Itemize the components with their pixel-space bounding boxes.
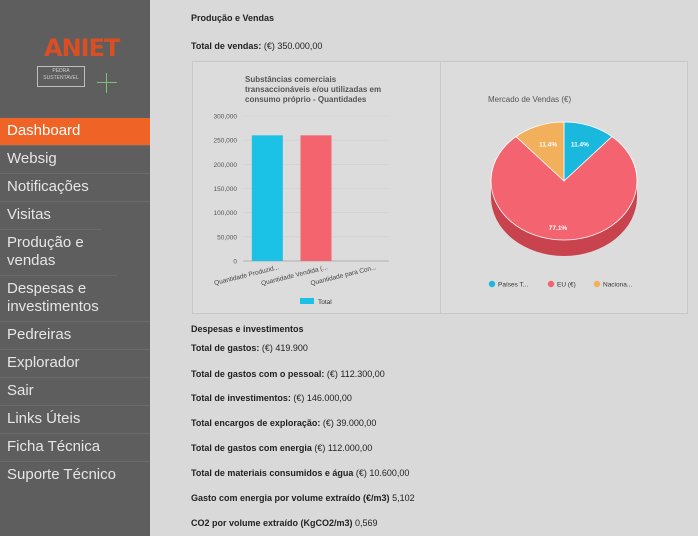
legend-label: Total bbox=[318, 299, 332, 306]
pie-data-label: 11.4% bbox=[571, 142, 589, 149]
nav-item-suporte-tecnico[interactable]: Suporte Técnico bbox=[0, 461, 150, 489]
expense-label: CO2 por volume extraído (KgCO2/m3) bbox=[191, 518, 353, 528]
brand-sub-line-2: SUSTENTAVEL bbox=[43, 75, 79, 81]
expense-value: (€) 39.000,00 bbox=[320, 418, 377, 428]
sidebar: ANIET PEDRA SUSTENTAVEL Dashboard Websig… bbox=[0, 0, 150, 536]
expense-value: 5,102 bbox=[389, 493, 415, 503]
expense-value: (€) 146.000,00 bbox=[290, 393, 352, 403]
expense-label: Total de gastos: bbox=[191, 343, 260, 353]
bar bbox=[300, 135, 332, 261]
expense-row: Total encargos de exploração: (€) 39.000… bbox=[191, 418, 376, 428]
total-sales-label: Total de vendas: bbox=[191, 41, 262, 51]
legend-dot bbox=[593, 280, 601, 288]
legend-dot bbox=[488, 280, 496, 288]
nav-item-sair[interactable]: Sair bbox=[0, 377, 150, 405]
sidebar-nav: Dashboard Websig Notificações Visitas Pr… bbox=[0, 118, 150, 489]
expense-label: Total de materiais consumidos e água bbox=[191, 468, 354, 478]
nav-item-despesas-investimentos[interactable]: Despesas e investimentos bbox=[0, 275, 117, 321]
y-tick-label: 100,000 bbox=[214, 210, 238, 217]
y-tick-label: 300,000 bbox=[214, 114, 238, 121]
section-title-production: Produção e Vendas bbox=[191, 13, 275, 23]
bar bbox=[251, 135, 283, 261]
nav-item-notificacoes[interactable]: Notificações bbox=[0, 173, 150, 201]
nav-item-visitas[interactable]: Visitas bbox=[0, 201, 150, 229]
y-tick-label: 250,000 bbox=[214, 138, 238, 145]
expense-label: Total de investimentos: bbox=[191, 393, 291, 403]
nav-item-explorador[interactable]: Explorador bbox=[0, 349, 150, 377]
legend-dot bbox=[547, 280, 555, 288]
expense-value: (€) 112.300,00 bbox=[324, 369, 385, 379]
legend-label: Naciona... bbox=[603, 282, 632, 289]
nav-item-websig[interactable]: Websig bbox=[0, 145, 150, 173]
legend-label: EU (€) bbox=[557, 282, 576, 289]
section-title-expenses: Despesas e investimentos bbox=[191, 324, 304, 334]
y-tick-label: 50,000 bbox=[217, 234, 237, 241]
pie-chart: 11.4% 77.1% 11.4% Países T... EU (€) Naciona.… bbox=[488, 121, 638, 289]
brand-subtitle: PEDRA SUSTENTAVEL bbox=[37, 66, 85, 87]
y-tick-label: 150,000 bbox=[214, 186, 238, 193]
nav-item-pedreiras[interactable]: Pedreiras bbox=[0, 321, 150, 349]
legend-label: Países T... bbox=[498, 282, 528, 289]
nav-item-links-uteis[interactable]: Links Úteis bbox=[0, 405, 150, 433]
logo[interactable]: ANIET PEDRA SUSTENTAVEL bbox=[0, 0, 150, 110]
brand-name: ANIET bbox=[44, 34, 120, 62]
expense-value: (€) 10.600,00 bbox=[353, 468, 410, 478]
expense-row: Gasto com energia por volume extraído (€… bbox=[191, 493, 415, 503]
legend-swatch bbox=[300, 298, 314, 304]
total-sales: Total de vendas: (€) 350.000,00 bbox=[191, 41, 322, 51]
nav-item-producao-vendas[interactable]: Produção e vendas bbox=[0, 229, 102, 275]
plus-icon bbox=[97, 73, 117, 93]
brand-sub-line-1: PEDRA bbox=[52, 68, 70, 74]
bar-chart: 0 50,000 100,000 150,000 200,000 250,000 300,0… bbox=[214, 114, 389, 306]
expense-row: Total de investimentos: (€) 146.000,00 bbox=[191, 393, 352, 403]
y-tick-label: 0 bbox=[233, 259, 237, 266]
expense-row: Total de gastos com o pessoal: (€) 112.3… bbox=[191, 369, 385, 379]
expense-label: Gasto com energia por volume extraído (€… bbox=[191, 493, 390, 503]
expense-label: Total encargos de exploração: bbox=[191, 418, 321, 428]
expense-row: CO2 por volume extraído (KgCO2/m3) 0,569 bbox=[191, 518, 378, 528]
expense-value: (€) 112.000,00 bbox=[311, 443, 373, 453]
expense-label: Total de gastos com energia bbox=[191, 443, 312, 453]
expense-row: Total de gastos: (€) 419.900 bbox=[191, 343, 308, 353]
total-sales-value: (€) 350.000,00 bbox=[263, 41, 323, 51]
nav-item-dashboard[interactable]: Dashboard bbox=[0, 118, 150, 145]
nav-item-ficha-tecnica[interactable]: Ficha Técnica bbox=[0, 433, 150, 461]
charts-panel: Substâncias comerciais transaccionáveis … bbox=[192, 61, 688, 314]
expense-row: Total de gastos com energia (€) 112.000,… bbox=[191, 443, 372, 453]
expense-row: Total de materiais consumidos e água (€)… bbox=[191, 468, 409, 478]
y-tick-label: 200,000 bbox=[214, 162, 238, 169]
expense-value: 0,569 bbox=[352, 518, 378, 528]
pie-data-label: 11.4% bbox=[539, 142, 557, 149]
pie-data-label: 77.1% bbox=[549, 225, 568, 232]
expense-label: Total de gastos com o pessoal: bbox=[191, 369, 325, 379]
expense-value: (€) 419.900 bbox=[259, 343, 308, 353]
